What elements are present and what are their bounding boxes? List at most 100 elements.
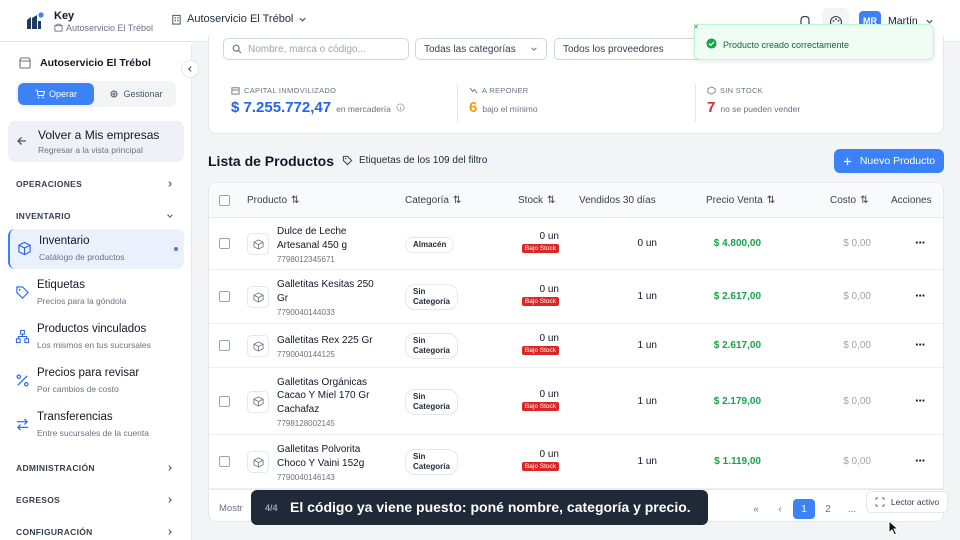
row-checkbox[interactable]: [219, 291, 230, 302]
page-1-button[interactable]: 1: [793, 499, 815, 519]
section-configuracion[interactable]: CONFIGURACIÓN: [16, 527, 93, 537]
plus-icon: [843, 157, 851, 165]
product-name-cell[interactable]: Galletitas Rex 225 Gr 7790040144125: [277, 334, 387, 362]
toast-close-button[interactable]: ✕: [693, 23, 699, 31]
price-cell: $ 2.179,00: [713, 395, 761, 407]
stock-cell: 0 un Bajo Stock: [515, 284, 559, 306]
section-egresos[interactable]: EGRESOS: [16, 495, 60, 505]
sidebar-item-sub: Por cambios de costo: [37, 384, 119, 394]
chevron-down-icon: [531, 47, 537, 51]
section-operaciones[interactable]: OPERACIONES: [16, 179, 82, 189]
collapse-sidebar-button[interactable]: [181, 60, 199, 78]
product-name-cell[interactable]: Galletitas Orgánicas Cacao Y Miel 170 Gr…: [277, 376, 387, 431]
row-actions-menu-icon[interactable]: ···: [915, 288, 926, 303]
table-row[interactable]: Dulce de Leche Artesanal 450 g 7798012345…: [209, 218, 943, 270]
mode-gestionar-button[interactable]: Gestionar: [98, 83, 174, 105]
supplier-select-value: Todos los proveedores: [563, 43, 664, 55]
store-selector[interactable]: Autoservicio El Trébol: [171, 13, 307, 25]
row-actions-menu-icon[interactable]: ···: [915, 337, 926, 352]
column-stock[interactable]: Stock ⇅: [518, 195, 555, 206]
column-label: Stock: [518, 195, 544, 206]
products-table: Producto ⇅ Categoría ⇅ Stock ⇅ Vendidos 30 …: [208, 182, 944, 522]
table-row[interactable]: Galletitas Polvorita Choco Y Vaini 152g 7…: [209, 435, 943, 489]
product-image-placeholder: [247, 286, 269, 308]
cost-cell: $ 0,00: [843, 291, 871, 302]
low-stock-badge: Bajo Stock: [521, 346, 559, 355]
back-to-companies-button[interactable]: Volver a Mis empresas Regresar a la vist…: [8, 121, 184, 162]
sidebar-item-transferencias[interactable]: Transferencias Entre sucursales de la cu…: [8, 405, 184, 445]
category-badge: Sin Categoría: [405, 388, 458, 415]
table-row[interactable]: Galletitas Kesitas 250 Gr 7790040144033 Si…: [209, 270, 943, 324]
store-logo-icon: [27, 12, 44, 29]
box-icon: [18, 241, 31, 256]
store-selector-label: Autoservicio El Trébol: [187, 13, 294, 25]
store-icon: [54, 23, 63, 32]
box-icon: [253, 396, 263, 407]
calendar-icon: [231, 87, 240, 95]
product-name-cell[interactable]: Galletitas Kesitas 250 Gr 7790040144033: [277, 278, 387, 320]
stock-cell: 0 un Bajo Stock: [515, 389, 559, 411]
price-cell: $ 1.119,00: [714, 456, 761, 467]
product-name: Galletitas Kesitas 250 Gr: [277, 279, 374, 304]
low-stock-badge: Bajo Stock: [521, 401, 559, 411]
table-row[interactable]: Galletitas Rex 225 Gr 7790040144125 Sin Ca…: [209, 324, 943, 368]
product-code: 7798012345671: [277, 255, 335, 264]
chevron-right-icon: [168, 529, 172, 535]
first-page-button[interactable]: «: [745, 499, 767, 519]
sidebar-item-label: Transferencias: [37, 411, 113, 423]
page-2-button[interactable]: 2: [817, 499, 839, 519]
new-product-button[interactable]: Nuevo Producto: [834, 149, 944, 173]
row-actions-menu-icon[interactable]: ···: [915, 393, 926, 408]
caption-step: 4/4: [265, 503, 278, 513]
column-price[interactable]: Precio Venta ⇅: [706, 195, 775, 206]
low-stock-badge: Bajo Stock: [521, 244, 559, 253]
supplier-select[interactable]: Todos los proveedores: [554, 38, 704, 60]
sort-icon: ⇅: [291, 195, 300, 206]
sold-cell: 1 un: [637, 291, 657, 302]
row-actions-menu-icon[interactable]: ···: [915, 453, 926, 468]
low-stock-badge: Bajo Stock: [521, 297, 559, 306]
cost-cell: $ 0,00: [843, 238, 871, 249]
column-product[interactable]: Producto ⇅: [247, 195, 299, 206]
column-cost[interactable]: Costo ⇅: [830, 195, 869, 206]
chevron-down-icon: [167, 214, 173, 218]
prev-page-button[interactable]: ‹: [769, 499, 791, 519]
section-administracion[interactable]: ADMINISTRACIÓN: [16, 463, 95, 473]
row-checkbox[interactable]: [219, 340, 230, 351]
sidebar-item-etiquetas[interactable]: Etiquetas Precios para la góndola: [8, 273, 184, 313]
product-name-cell[interactable]: Dulce de Leche Artesanal 450 g 7798012345…: [277, 225, 387, 267]
tag-icon: [342, 155, 353, 166]
sidebar-store: Autoservicio El Trébol: [18, 56, 151, 70]
sidebar-store-name: Autoservicio El Trébol: [40, 57, 151, 69]
row-checkbox[interactable]: [219, 238, 230, 249]
box-icon: [253, 340, 263, 352]
info-icon[interactable]: [396, 103, 405, 112]
scanner-status-button[interactable]: Lector activo: [866, 491, 948, 513]
stock-value: 0 un: [539, 284, 559, 295]
section-inventario[interactable]: INVENTARIO: [16, 211, 71, 221]
select-all-checkbox[interactable]: [219, 195, 230, 206]
sidebar-item-inventario[interactable]: Inventario Catálogo de productos: [8, 229, 184, 269]
product-name-cell[interactable]: Galletitas Polvorita Choco Y Vaini 152g 7…: [277, 443, 387, 485]
mode-operar-button[interactable]: Operar: [18, 83, 94, 105]
mode-operar-label: Operar: [48, 89, 77, 99]
print-labels-button[interactable]: Etiquetas de los 109 del filtro: [342, 155, 487, 166]
product-image-placeholder: [247, 451, 269, 473]
search-icon: [232, 44, 242, 54]
search-input[interactable]: Nombre, marca o código...: [223, 38, 409, 60]
column-actions: Acciones: [891, 195, 932, 206]
category-select[interactable]: Todas las categorías: [415, 38, 547, 60]
sort-icon: ⇅: [547, 195, 556, 206]
stat-desc: bajo el mínimo: [482, 104, 538, 114]
table-row[interactable]: Galletitas Orgánicas Cacao Y Miel 170 Gr…: [209, 368, 943, 435]
sidebar-item-productos-vinculados[interactable]: Productos vinculados Los mismos en tus s…: [8, 317, 184, 357]
row-actions-menu-icon[interactable]: ···: [915, 235, 926, 250]
sort-icon: ⇅: [860, 195, 869, 206]
stock-value: 0 un: [539, 388, 559, 400]
row-checkbox[interactable]: [219, 456, 230, 467]
sidebar-item-label: Inventario: [39, 235, 90, 247]
row-checkbox[interactable]: [219, 395, 230, 407]
stat-label: A REPONER: [482, 86, 529, 95]
sidebar-item-precios-revisar[interactable]: Precios para revisar Por cambios de cost…: [8, 361, 184, 401]
column-category[interactable]: Categoría ⇅: [405, 195, 461, 206]
